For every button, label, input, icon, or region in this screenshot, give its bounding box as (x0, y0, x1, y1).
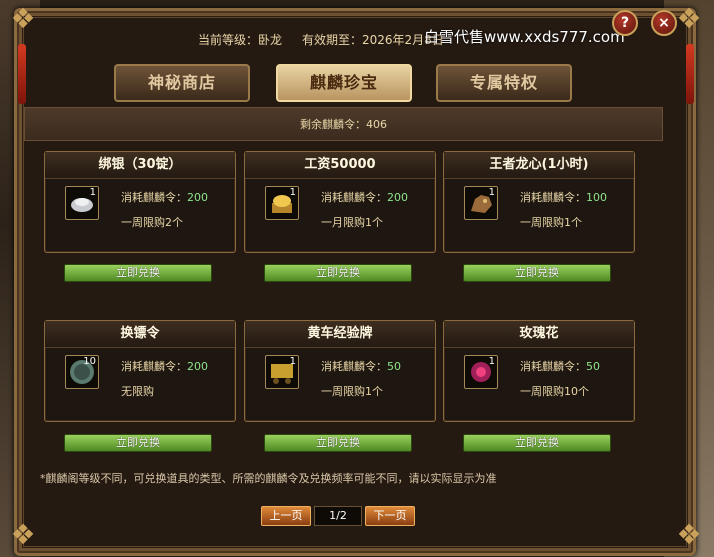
redeem-button[interactable]: 立即兑换 (64, 434, 212, 452)
gold-treasure-icon[interactable]: 1 (265, 186, 299, 220)
redeem-button[interactable]: 立即兑换 (463, 434, 611, 452)
tab-exclusive-privilege[interactable]: 专属特权 (436, 64, 572, 102)
red-tassel-icon (18, 44, 26, 104)
item-card: 玫瑰花 1 消耗麒麟令：50 一周限购10个 (443, 320, 635, 422)
next-page-button[interactable]: 下一页 (365, 506, 415, 526)
corner-ornament-icon: ❖ (10, 518, 36, 551)
cost-value: 200 (187, 360, 208, 373)
item-title: 黄车经验牌 (245, 321, 435, 348)
cost-label: 消耗麒麟令：200 (321, 191, 408, 204)
corner-ornament-icon: ❖ (10, 2, 36, 35)
cost-value: 50 (586, 360, 600, 373)
rose-icon[interactable]: 1 (464, 355, 498, 389)
corner-ornament-icon: ❖ (676, 518, 702, 551)
close-icon: × (658, 15, 670, 31)
purchase-limit: 无限购 (121, 385, 154, 398)
item-title: 绑银（30锭） (45, 152, 235, 179)
item-title: 王者龙心(1小时) (444, 152, 634, 179)
cart-exp-plaque-icon[interactable]: 1 (265, 355, 299, 389)
cost-value: 200 (187, 191, 208, 204)
purchase-limit: 一周限购1个 (321, 385, 383, 398)
item-card: 王者龙心(1小时) 1 消耗麒麟令：100 一周限购1个 (443, 151, 635, 253)
item-count: 1 (488, 356, 495, 367)
prev-page-button[interactable]: 上一页 (261, 506, 311, 526)
purchase-limit: 一月限购1个 (321, 216, 383, 229)
cost-label: 消耗麒麟令：50 (321, 360, 401, 373)
item-card: 换镖令 10 消耗麒麟令：200 无限购 (44, 320, 236, 422)
redeem-button[interactable]: 立即兑换 (264, 434, 412, 452)
expiry-date-label: 有效期至：2026年2月8日 (302, 33, 444, 47)
purchase-limit: 一周限购1个 (520, 216, 582, 229)
remaining-tokens-bar: 剩余麒麟令：406 (24, 107, 663, 141)
current-level-label: 当前等级：卧龙 (198, 33, 283, 47)
item-count: 1 (289, 187, 296, 198)
dragon-heart-icon[interactable]: 1 (464, 186, 498, 220)
help-button[interactable]: ? (612, 10, 638, 36)
item-card: 工资50000 1 消耗麒麟令：200 一月限购1个 (244, 151, 436, 253)
cost-value: 200 (387, 191, 408, 204)
escort-token-icon[interactable]: 10 (65, 355, 99, 389)
purchase-limit: 一周限购2个 (121, 216, 183, 229)
tab-kylin-treasure[interactable]: 麒麟珍宝 (276, 64, 412, 102)
item-count: 1 (289, 356, 296, 367)
redeem-button[interactable]: 立即兑换 (264, 264, 412, 282)
cost-label: 消耗麒麟令：100 (520, 191, 607, 204)
watermark-text: 白雪代售www.xxds777.com (424, 28, 625, 46)
page-indicator: 1/2 (314, 506, 362, 526)
redeem-button[interactable]: 立即兑换 (463, 264, 611, 282)
item-count: 1 (488, 187, 495, 198)
corner-ornament-icon: ❖ (676, 2, 702, 35)
redeem-button[interactable]: 立即兑换 (64, 264, 212, 282)
exchange-note: *麒麟阁等级不同，可兑换道具的类型、所需的麒麟令及兑换频率可能不同，请以实际显示… (40, 472, 497, 485)
item-count: 10 (83, 356, 96, 367)
tab-mystery-shop[interactable]: 神秘商店 (114, 64, 250, 102)
silver-ingot-icon[interactable]: 1 (65, 186, 99, 220)
red-tassel-icon (686, 44, 694, 104)
item-title: 工资50000 (245, 152, 435, 179)
remaining-tokens-label: 剩余麒麟令：406 (300, 118, 387, 131)
purchase-limit: 一周限购10个 (520, 385, 589, 398)
close-button[interactable]: × (651, 10, 677, 36)
item-title: 换镖令 (45, 321, 235, 348)
item-card: 绑银（30锭） 1 消耗麒麟令：200 一周限购2个 (44, 151, 236, 253)
cost-value: 50 (387, 360, 401, 373)
cost-label: 消耗麒麟令：200 (121, 360, 208, 373)
item-title: 玫瑰花 (444, 321, 634, 348)
cost-label: 消耗麒麟令：200 (121, 191, 208, 204)
item-count: 1 (89, 187, 96, 198)
item-card: 黄车经验牌 1 消耗麒麟令：50 一周限购1个 (244, 320, 436, 422)
cost-label: 消耗麒麟令：50 (520, 360, 600, 373)
cost-value: 100 (586, 191, 607, 204)
question-mark-icon: ? (620, 15, 630, 31)
